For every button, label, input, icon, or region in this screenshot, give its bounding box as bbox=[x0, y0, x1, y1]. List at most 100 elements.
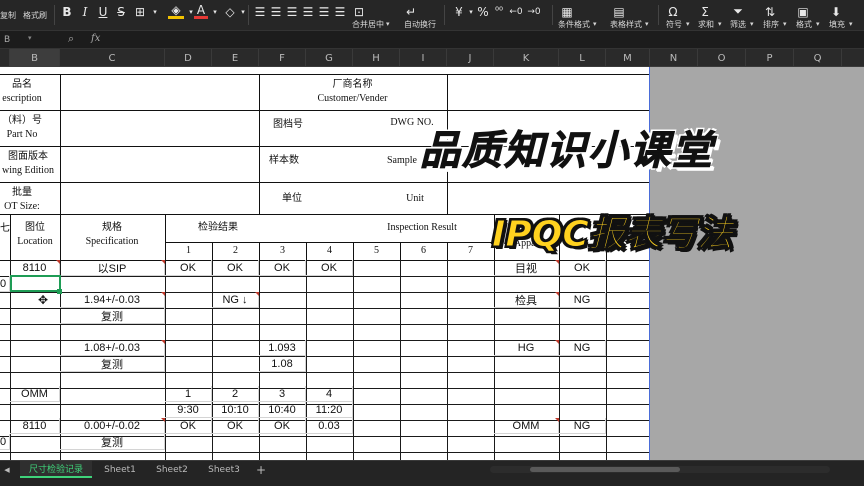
column-header-l[interactable]: L bbox=[559, 49, 606, 67]
cell-sample-2[interactable]: OK bbox=[212, 260, 259, 276]
cell-sample-1[interactable]: OK bbox=[165, 418, 212, 434]
cell-sample-2[interactable]: OK bbox=[212, 418, 259, 434]
table-border bbox=[0, 110, 650, 111]
cell-apparatus[interactable]: 目视 bbox=[494, 260, 559, 276]
name-box-dropdown-icon[interactable]: ▾ bbox=[28, 34, 32, 42]
cell-sample-1[interactable]: OK bbox=[165, 260, 212, 276]
column-header-o[interactable]: O bbox=[698, 49, 746, 67]
tab-sheet3[interactable]: Sheet3 bbox=[200, 461, 248, 478]
cell-sample-2[interactable]: 10:10 bbox=[212, 402, 259, 418]
font-color-icon[interactable]: A bbox=[194, 3, 208, 19]
align-left-icon[interactable]: ☰ bbox=[253, 4, 267, 19]
italic-icon[interactable]: I bbox=[78, 4, 92, 19]
toolbar-divider bbox=[444, 5, 445, 25]
cell-sample-3[interactable]: 10:40 bbox=[259, 402, 306, 418]
underline-icon[interactable]: U bbox=[96, 4, 110, 19]
cell-sample-4[interactable]: 11:20 bbox=[306, 402, 353, 418]
cell-sample-1[interactable]: 1 bbox=[165, 386, 212, 402]
fx-icon[interactable]: fx bbox=[91, 33, 100, 44]
cell-location[interactable]: 8110 bbox=[10, 260, 60, 276]
fill-color-icon[interactable]: ◈ bbox=[168, 3, 184, 19]
column-header-i[interactable]: I bbox=[400, 49, 447, 67]
currency-icon[interactable]: ¥ bbox=[452, 4, 466, 19]
currency-dropdown-icon[interactable]: ▾ bbox=[466, 4, 476, 19]
cell-apparatus[interactable]: HG bbox=[494, 340, 559, 356]
column-header-c[interactable]: C bbox=[60, 49, 165, 67]
add-sheet-button[interactable]: + bbox=[252, 461, 270, 478]
increase-decimal-icon[interactable]: ←0 bbox=[508, 4, 524, 19]
thousands-icon[interactable]: ⁰⁰ bbox=[492, 4, 506, 19]
cell-sample-3[interactable]: OK bbox=[259, 260, 306, 276]
cell-location[interactable]: 8110 bbox=[10, 418, 60, 434]
cell-sample-2[interactable]: 2 bbox=[212, 386, 259, 402]
column-header-edge[interactable] bbox=[0, 49, 10, 67]
percent-button[interactable]: % bbox=[476, 4, 490, 19]
cell-location[interactable]: OMM bbox=[10, 386, 60, 402]
selected-cell[interactable] bbox=[10, 275, 61, 292]
cell-spec[interactable]: 复测 bbox=[60, 434, 165, 450]
formula-input[interactable] bbox=[115, 31, 864, 48]
cell-sample-3[interactable]: 1.093 bbox=[259, 340, 306, 356]
horizontal-scrollbar[interactable] bbox=[490, 466, 830, 473]
cell-sample-3[interactable]: 3 bbox=[259, 386, 306, 402]
tab-sheet2[interactable]: Sheet2 bbox=[148, 461, 196, 478]
tab-sheet1[interactable]: Sheet1 bbox=[96, 461, 144, 478]
tab-dimension-record[interactable]: 尺寸检验记录 bbox=[20, 461, 92, 478]
tab-scroll-left-icon[interactable]: ◀ bbox=[0, 461, 14, 478]
cell-edge[interactable]: 0 bbox=[0, 434, 10, 450]
cell-sample-4[interactable]: 0.03 bbox=[306, 418, 353, 434]
cell-judgement[interactable]: NG bbox=[559, 418, 606, 434]
column-header-q[interactable]: Q bbox=[794, 49, 842, 67]
cell-apparatus[interactable]: 检具 bbox=[494, 292, 559, 308]
cell-spec[interactable]: 1.94+/-0.03 bbox=[60, 292, 165, 308]
zoom-search-icon[interactable]: ⌕ bbox=[68, 32, 74, 46]
column-header-k[interactable]: K bbox=[494, 49, 559, 67]
borders-icon[interactable]: ⊞ bbox=[132, 4, 148, 19]
borders-dropdown-icon[interactable]: ▾ bbox=[150, 4, 160, 19]
align-bottom-icon[interactable]: ☰ bbox=[333, 4, 347, 19]
align-center-icon[interactable]: ☰ bbox=[269, 4, 283, 19]
cell-judgement[interactable]: NG bbox=[559, 340, 606, 356]
clear-format-icon[interactable]: ◇ bbox=[222, 4, 238, 19]
cell-judgement[interactable]: NG bbox=[559, 292, 606, 308]
strikethrough-icon[interactable]: S bbox=[114, 4, 128, 19]
cell-spec[interactable]: 以SIP bbox=[60, 260, 165, 276]
cell-sample-2[interactable]: NG ↓ bbox=[212, 292, 259, 308]
scrollbar-thumb[interactable] bbox=[530, 467, 680, 472]
column-header-j[interactable]: J bbox=[447, 49, 494, 67]
cell-sample-3[interactable]: 1.08 bbox=[259, 356, 306, 372]
filter-label: 筛选 bbox=[730, 19, 746, 29]
cell-sample-1[interactable]: 9:30 bbox=[165, 402, 212, 418]
cell-edge[interactable]: 0 bbox=[0, 276, 10, 292]
cell-sample-3[interactable]: OK bbox=[259, 418, 306, 434]
bold-button[interactable]: B bbox=[60, 4, 74, 19]
cell-spec[interactable]: 1.08+/-0.03 bbox=[60, 340, 165, 356]
column-header-p[interactable]: P bbox=[746, 49, 794, 67]
cell-sample-4[interactable]: 4 bbox=[306, 386, 353, 402]
column-header-m[interactable]: M bbox=[606, 49, 650, 67]
cell-spec[interactable]: 0.00+/-0.02 bbox=[60, 418, 165, 434]
column-header-d[interactable]: D bbox=[165, 49, 212, 67]
cell-spec[interactable]: 复测 bbox=[60, 356, 165, 372]
format-painter-button[interactable]: 格式刷 bbox=[23, 0, 47, 30]
column-header-h[interactable]: H bbox=[353, 49, 400, 67]
column-header-b[interactable]: B bbox=[10, 49, 60, 67]
align-top-icon[interactable]: ☰ bbox=[301, 4, 315, 19]
clear-dropdown-icon[interactable]: ▾ bbox=[238, 4, 248, 19]
overlay-subtitle: IPQC报表写法 bbox=[492, 214, 734, 256]
comment-indicator-icon bbox=[161, 418, 165, 422]
column-header-e[interactable]: E bbox=[212, 49, 259, 67]
grid-col-line bbox=[447, 260, 448, 460]
column-header-g[interactable]: G bbox=[306, 49, 353, 67]
cell-judgement[interactable]: OK bbox=[559, 260, 606, 276]
align-middle-icon[interactable]: ☰ bbox=[317, 4, 331, 19]
column-header-f[interactable]: F bbox=[259, 49, 306, 67]
cell-sample-4[interactable]: OK bbox=[306, 260, 353, 276]
column-header-n[interactable]: N bbox=[650, 49, 698, 67]
cell-apparatus[interactable]: OMM bbox=[494, 418, 559, 434]
copy-button[interactable]: 复制 bbox=[0, 0, 16, 30]
font-color-dropdown-icon[interactable]: ▾ bbox=[210, 4, 220, 19]
align-right-icon[interactable]: ☰ bbox=[285, 4, 299, 19]
cell-spec[interactable]: 复测 bbox=[60, 308, 165, 324]
decrease-decimal-icon[interactable]: →0 bbox=[526, 4, 542, 19]
